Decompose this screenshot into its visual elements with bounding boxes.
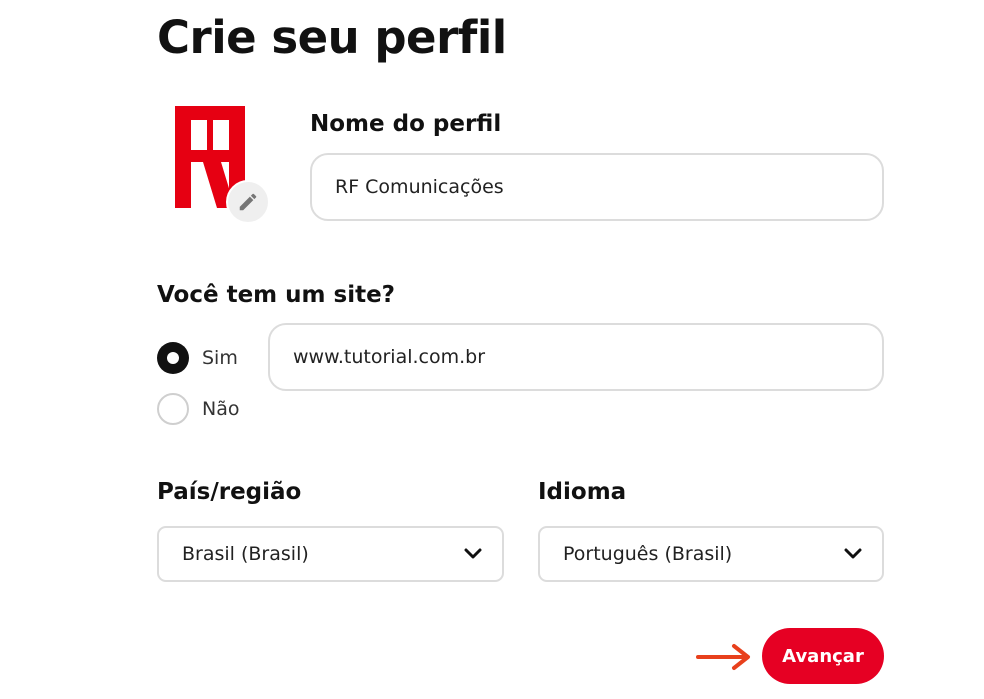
website-option-no[interactable]: Não [157,393,239,425]
website-question: Você tem um site? [157,282,396,308]
profile-name-label: Nome do perfil [310,111,502,137]
language-selected-value: Português (Brasil) [563,543,733,565]
page-title: Crie seu perfil [157,11,507,64]
chevron-down-icon [464,548,482,559]
region-label: País/região [157,479,302,505]
profile-name-input[interactable] [310,153,884,221]
website-option-yes[interactable]: Sim [157,342,238,374]
next-button[interactable]: Avançar [762,628,884,684]
arrow-right-icon [696,644,750,670]
language-label: Idioma [538,479,627,505]
chevron-down-icon [844,548,862,559]
radio-label: Sim [202,347,238,369]
website-url-input[interactable] [268,323,884,391]
radio-label: Não [202,398,240,420]
edit-avatar-button[interactable] [226,180,270,224]
pencil-icon [239,193,257,211]
region-select[interactable]: Brasil (Brasil) [157,526,504,582]
radio-unselected-icon[interactable] [157,393,189,425]
radio-selected-icon[interactable] [157,342,189,374]
region-selected-value: Brasil (Brasil) [182,543,309,565]
language-select[interactable]: Português (Brasil) [538,526,884,582]
profile-avatar-group [167,100,271,226]
